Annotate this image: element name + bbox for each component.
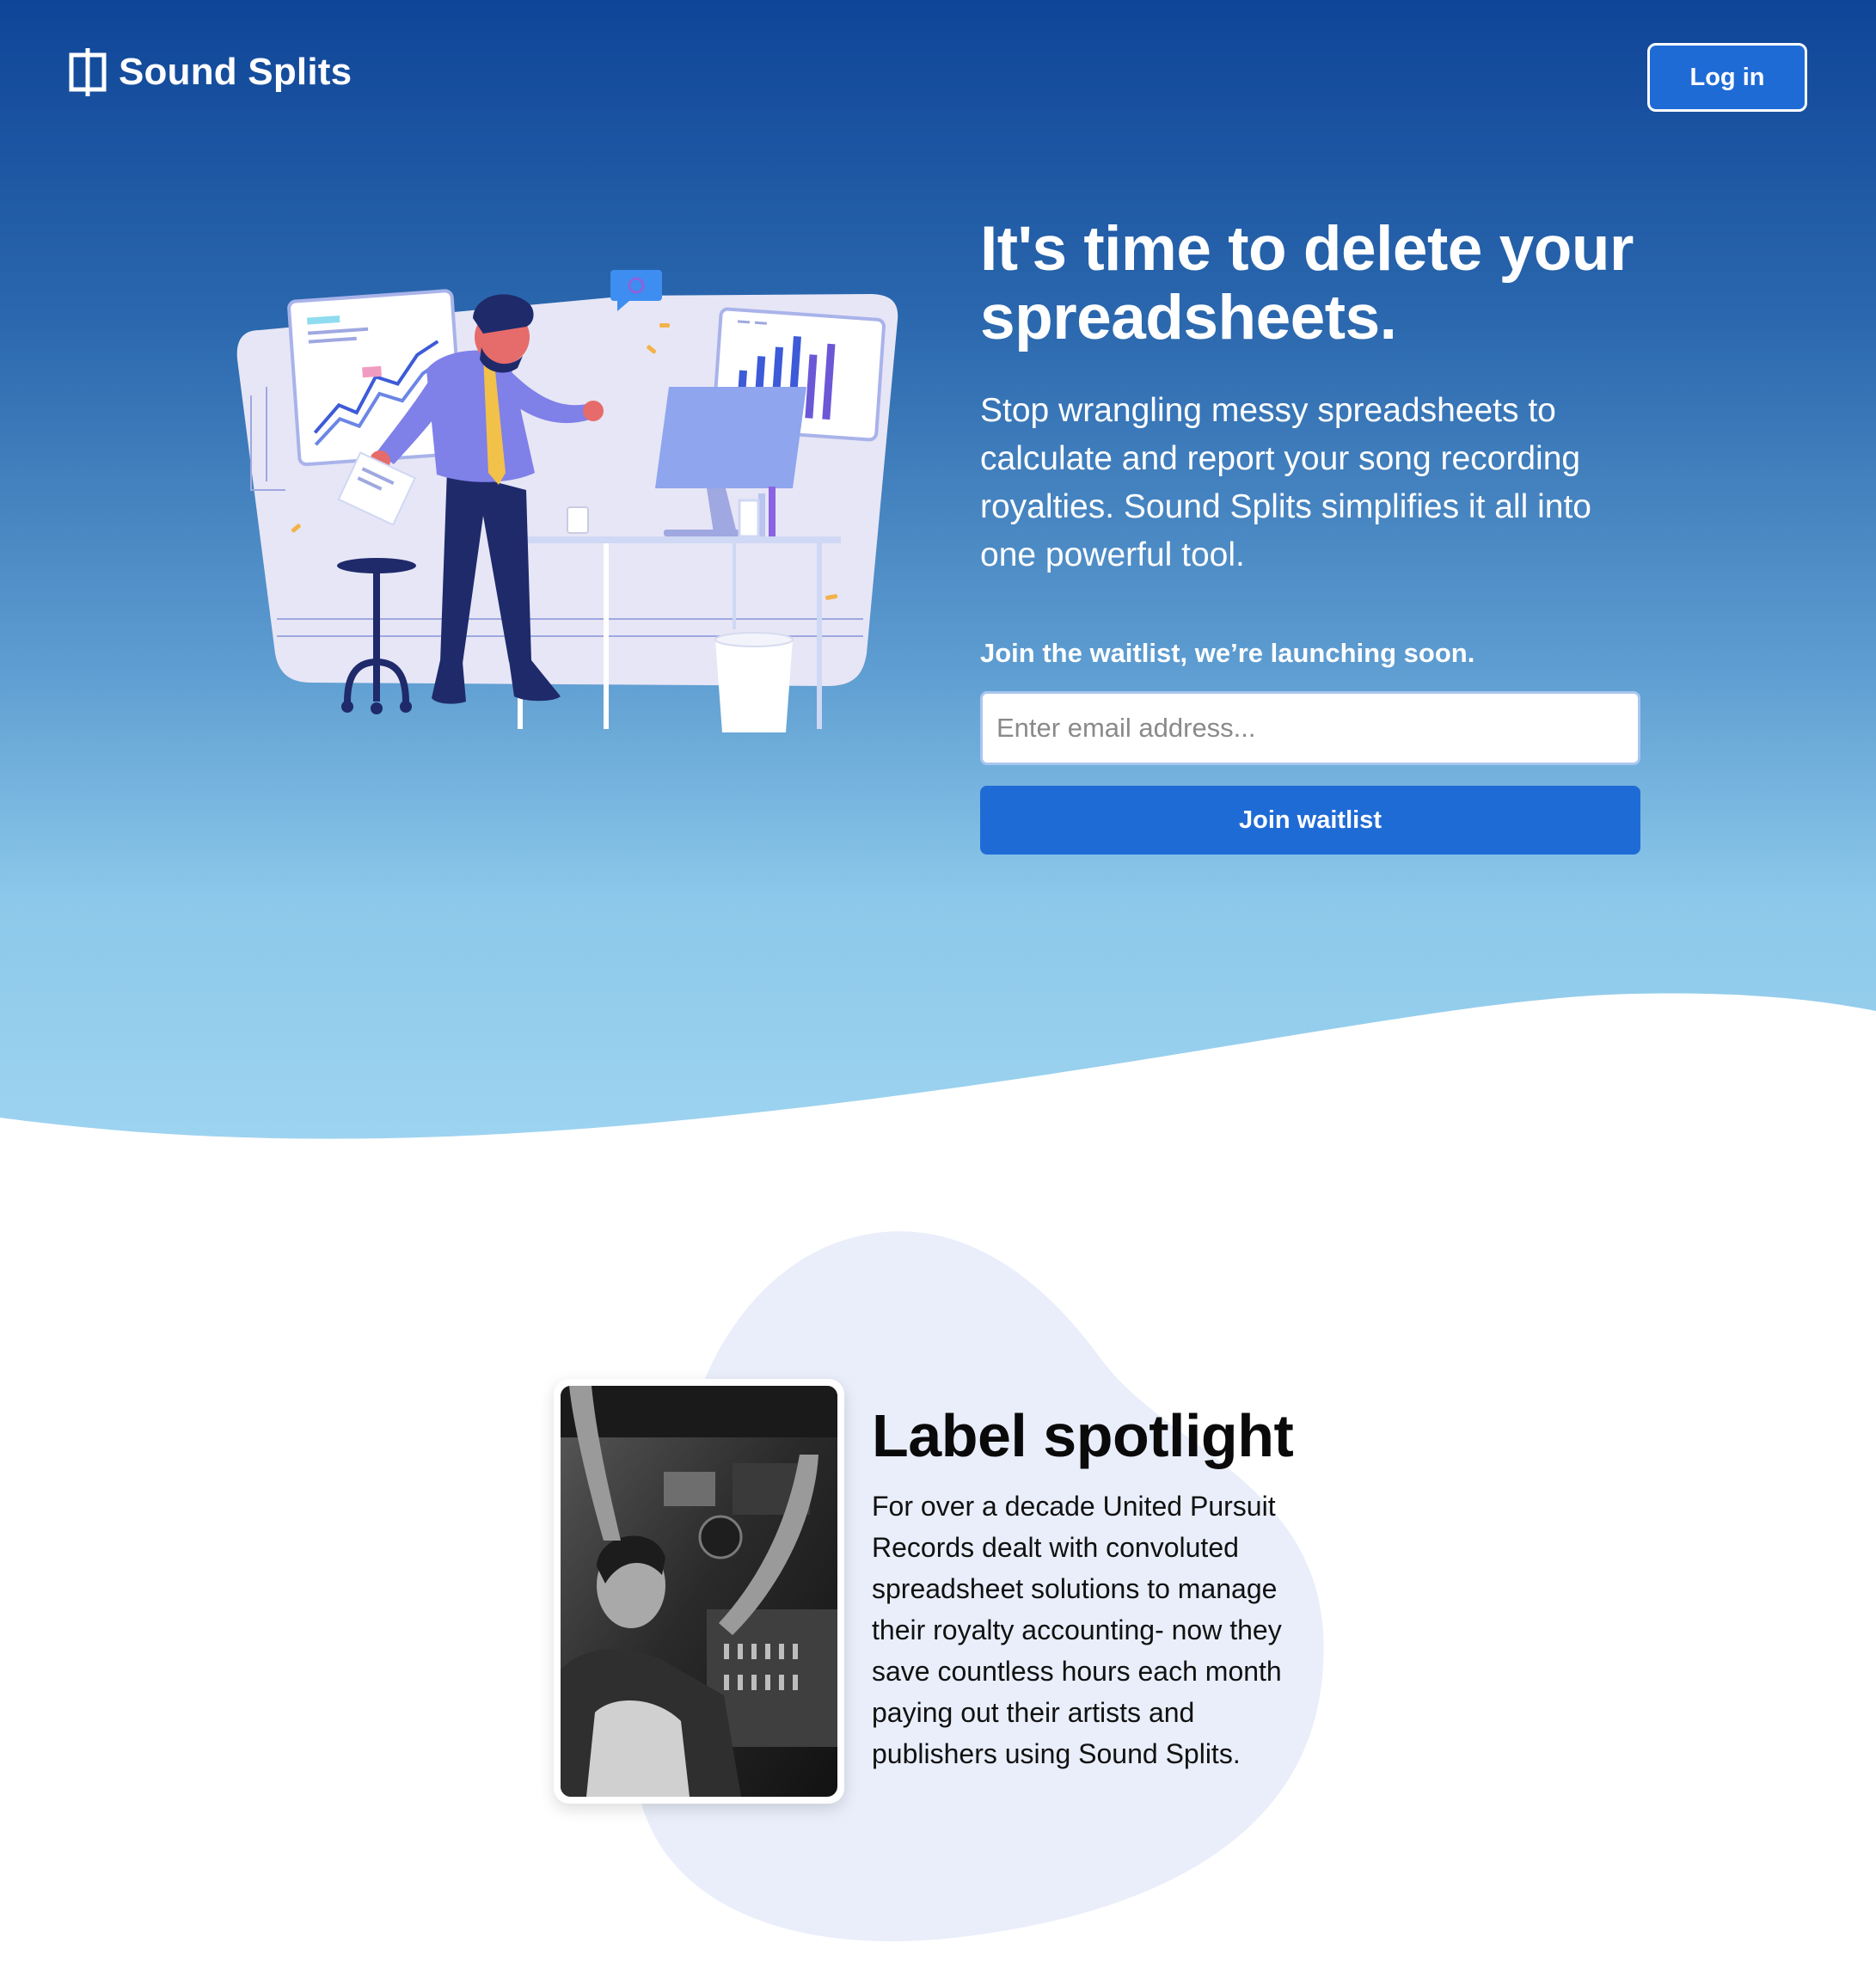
landing-page: Sound Splits Log in It's time to delete … [0, 0, 1876, 1979]
join-waitlist-button[interactable]: Join waitlist [980, 786, 1640, 855]
waitlist-label: Join the waitlist, we’re launching soon. [980, 638, 1475, 668]
spotlight-body: For over a decade United Pursuit Records… [872, 1491, 1282, 1769]
hero-subtitle: Stop wrangling messy spreadsheets to cal… [980, 392, 1591, 573]
hero-wave-divider [0, 993, 1876, 1169]
spotlight-title: Label spotlight [872, 1402, 1294, 1469]
brand-name: Sound Splits [119, 51, 353, 93]
column-split-icon [69, 48, 107, 96]
hero-title: It's time to delete your spreadsheets. [980, 214, 1634, 352]
studio-artist-photo [561, 1386, 837, 1797]
email-field[interactable] [980, 691, 1640, 765]
spotlight-photo-frame [554, 1379, 844, 1804]
analyst-at-desk-illustration [236, 270, 898, 732]
brand-logo[interactable]: Sound Splits [69, 46, 352, 98]
login-button[interactable]: Log in [1647, 43, 1807, 112]
top-nav: Sound Splits Log in [0, 0, 1876, 155]
hero-copy: It's time to delete your spreadsheets. S… [980, 215, 1651, 579]
hero-section: Sound Splits Log in It's time to delete … [0, 0, 1876, 1169]
